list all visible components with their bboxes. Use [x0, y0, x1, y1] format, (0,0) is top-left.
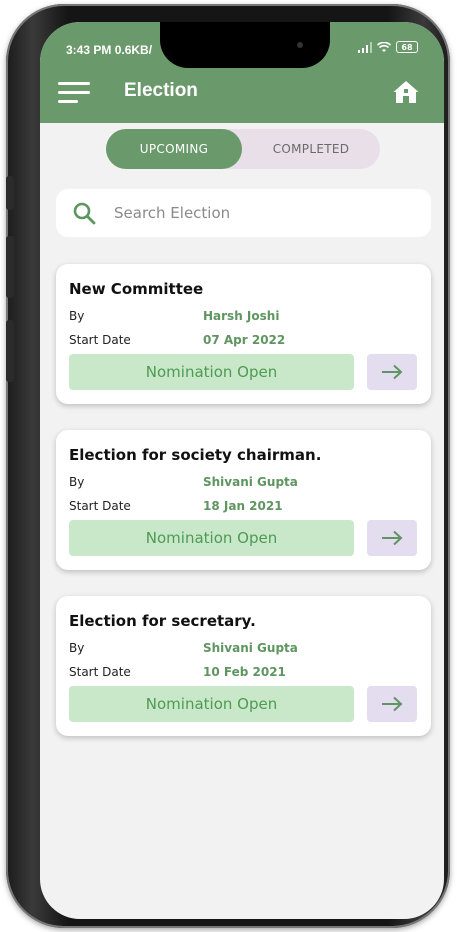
screen: 3:43 PM 0.6KB/ 68 Election UPCOMING COMP… [40, 22, 444, 919]
start-date-label: Start Date [69, 665, 131, 679]
search-icon[interactable] [72, 201, 96, 225]
arrow-right-icon [382, 364, 403, 380]
front-camera [297, 42, 303, 48]
by-value: Harsh Joshi [203, 309, 280, 323]
arrow-right-icon [382, 696, 403, 712]
election-card[interactable]: Election for society chairman. By Shivan… [56, 430, 431, 570]
open-election-button[interactable] [367, 686, 417, 722]
search-input[interactable] [114, 202, 394, 224]
election-title: Election for society chairman. [69, 446, 322, 464]
status-icons: 68 [358, 41, 418, 53]
tab-completed[interactable]: COMPLETED [242, 129, 380, 169]
election-tabs: UPCOMING COMPLETED [106, 129, 380, 169]
start-date-label: Start Date [69, 499, 131, 513]
nomination-status-button[interactable]: Nomination Open [69, 520, 354, 556]
home-icon[interactable] [392, 78, 420, 106]
open-election-button[interactable] [367, 354, 417, 390]
election-card[interactable]: Election for secretary. By Shivani Gupta… [56, 596, 431, 736]
hamburger-menu-icon[interactable] [58, 82, 90, 104]
tab-upcoming[interactable]: UPCOMING [106, 129, 242, 169]
search-bar [56, 189, 431, 237]
by-label: By [69, 475, 85, 489]
phone-frame: 3:43 PM 0.6KB/ 68 Election UPCOMING COMP… [6, 4, 450, 928]
wifi-icon [377, 41, 391, 52]
by-label: By [69, 309, 85, 323]
status-bar: 3:43 PM 0.6KB/ 68 [40, 22, 444, 72]
election-card[interactable]: New Committee By Harsh Joshi Start Date … [56, 264, 431, 404]
by-value: Shivani Gupta [203, 475, 298, 489]
by-value: Shivani Gupta [203, 641, 298, 655]
app-bar: 3:43 PM 0.6KB/ 68 Election [40, 22, 444, 123]
start-date-value: 07 Apr 2022 [203, 333, 286, 347]
start-date-value: 10 Feb 2021 [203, 665, 286, 679]
page-title: Election [124, 80, 198, 101]
signal-icon [358, 41, 372, 53]
volume-down-button [6, 320, 14, 382]
start-date-label: Start Date [69, 333, 131, 347]
election-title: Election for secretary. [69, 612, 256, 630]
network-speed: 0.6KB/ [114, 43, 153, 57]
start-date-value: 18 Jan 2021 [203, 499, 283, 513]
open-election-button[interactable] [367, 520, 417, 556]
clock-text: 3:43 PM [66, 43, 112, 57]
arrow-right-icon [382, 530, 403, 546]
election-title: New Committee [69, 280, 204, 298]
volume-up-button [6, 236, 14, 298]
nomination-status-button[interactable]: Nomination Open [69, 354, 354, 390]
by-label: By [69, 641, 85, 655]
nomination-status-button[interactable]: Nomination Open [69, 686, 354, 722]
status-time: 3:43 PM 0.6KB/ [66, 43, 152, 57]
battery-icon: 68 [396, 41, 418, 53]
notch [160, 22, 330, 68]
mute-switch [6, 176, 14, 210]
